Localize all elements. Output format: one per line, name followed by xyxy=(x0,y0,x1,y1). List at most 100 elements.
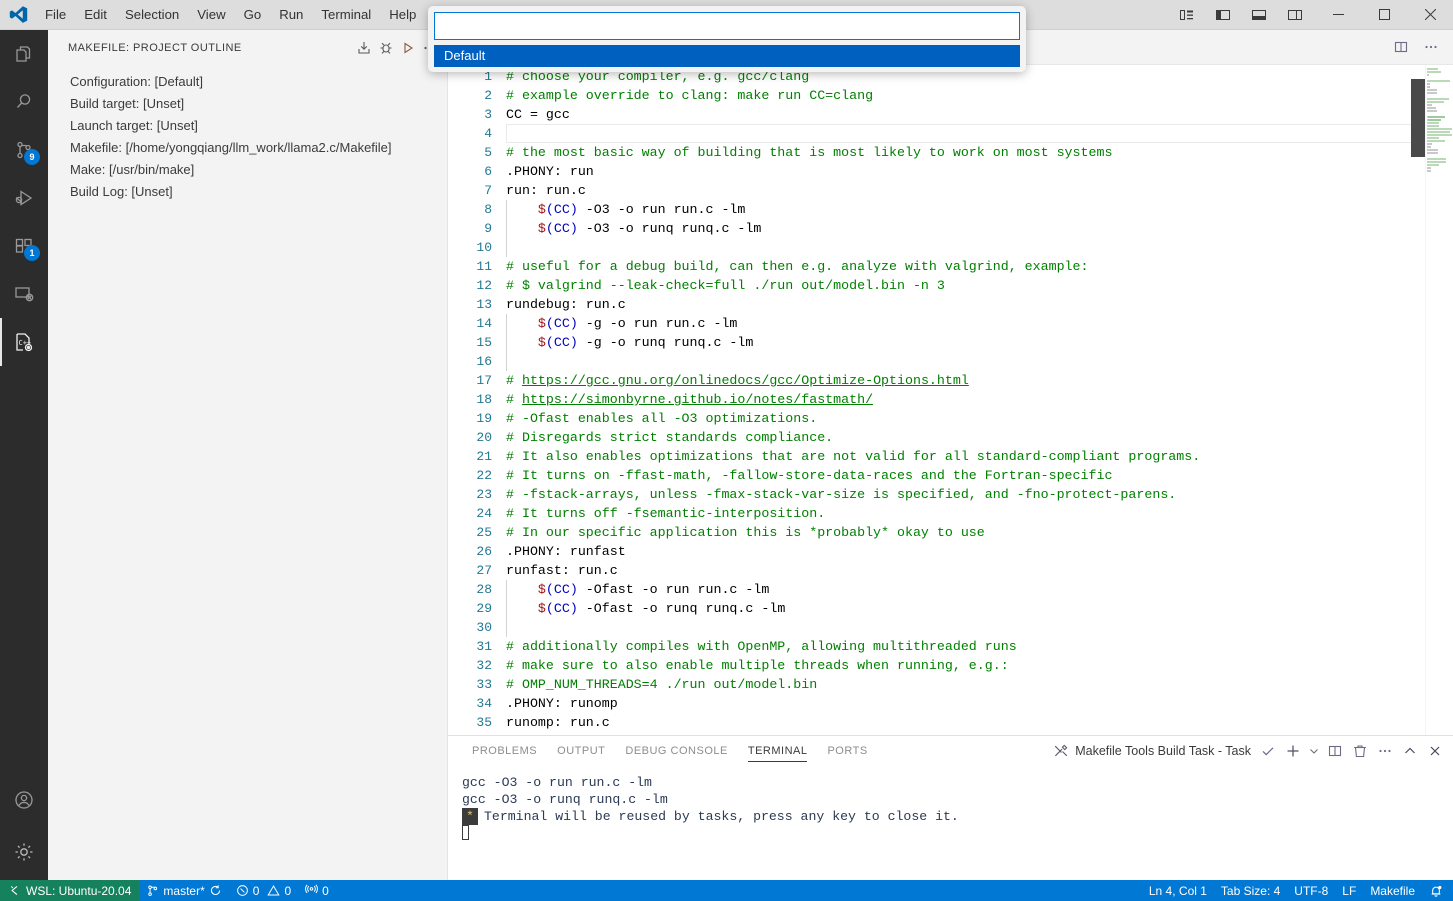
outline-row-build-log[interactable]: Build Log: [Unset] xyxy=(48,181,447,203)
code-text[interactable] xyxy=(506,240,514,255)
terminal-task-entry[interactable]: Makefile Tools Build Task - Task xyxy=(1053,743,1255,759)
code-text[interactable]: # make sure to also enable multiple thre… xyxy=(506,658,1009,673)
code-text[interactable]: # https://simonbyrne.github.io/notes/fas… xyxy=(506,392,873,407)
tab-debug-console[interactable]: DEBUG CONSOLE xyxy=(615,736,737,766)
debug-icon[interactable] xyxy=(375,37,397,59)
sidebar-item-makefile-tools[interactable]: C++ xyxy=(0,318,48,366)
build-icon[interactable] xyxy=(353,37,375,59)
code-text[interactable]: # example override to clang: make run CC… xyxy=(506,88,873,103)
sidebar-item-extensions[interactable]: 1 xyxy=(0,222,48,270)
chevron-down-icon[interactable] xyxy=(1306,739,1322,763)
outline-row-makefile-path[interactable]: Makefile: [/home/yongqiang/llm_work/llam… xyxy=(48,137,447,159)
menu-file[interactable]: File xyxy=(36,4,75,26)
toggle-panel-icon[interactable] xyxy=(1241,2,1277,28)
code-text[interactable]: run: run.c xyxy=(506,183,586,198)
editor-scrollbar-thumb[interactable] xyxy=(1411,79,1425,157)
code-text[interactable]: $(CC) -g -o run run.c -lm xyxy=(506,316,738,331)
code-line[interactable]: 12 # $ valgrind --leak-check=full ./run o… xyxy=(448,276,1425,295)
menu-run[interactable]: Run xyxy=(270,4,312,26)
sidebar-item-search[interactable] xyxy=(0,78,48,126)
code-text[interactable]: $(CC) -g -o runq runq.c -lm xyxy=(506,335,753,350)
code-text[interactable]: runfast: run.c xyxy=(506,563,618,578)
customize-layout-icon[interactable] xyxy=(1169,2,1205,28)
run-icon[interactable] xyxy=(397,37,419,59)
code-text[interactable]: $(CC) -O3 -o run run.c -lm xyxy=(506,202,745,217)
window-maximize-button[interactable] xyxy=(1361,0,1407,30)
menu-edit[interactable]: Edit xyxy=(75,4,116,26)
code-scroll-region[interactable]: 1 # choose your compiler, e.g. gcc/clang 2… xyxy=(448,65,1425,735)
code-text[interactable]: # It turns off -fsemantic-interposition. xyxy=(506,506,825,521)
status-language-mode[interactable]: Makefile xyxy=(1363,880,1422,901)
code-line[interactable]: 5 # the most basic way of building that i… xyxy=(448,143,1425,162)
window-close-button[interactable] xyxy=(1407,0,1453,30)
outline-row-build-target[interactable]: Build target: [Unset] xyxy=(48,93,447,115)
status-branch[interactable]: master* xyxy=(139,880,228,901)
code-text[interactable]: # https://gcc.gnu.org/onlinedocs/gcc/Opt… xyxy=(506,373,969,388)
sidebar-item-remote-explorer[interactable] xyxy=(0,270,48,318)
quick-pick-input[interactable] xyxy=(434,12,1020,40)
code-text[interactable]: $(CC) -Ofast -o runq runq.c -lm xyxy=(506,601,785,616)
split-terminal-icon[interactable] xyxy=(1323,739,1347,763)
status-tab-size[interactable]: Tab Size: 4 xyxy=(1214,880,1287,901)
sidebar-item-run-debug[interactable] xyxy=(0,174,48,222)
code-text[interactable]: # the most basic way of building that is… xyxy=(506,145,1112,160)
code-line[interactable]: 29 $(CC) -Ofast -o runq runq.c -lm xyxy=(448,599,1425,618)
editor-minimap[interactable] xyxy=(1425,65,1453,735)
code-text[interactable]: # Disregards strict standards compliance… xyxy=(506,430,833,445)
code-line[interactable]: 18 # https://simonbyrne.github.io/notes/f… xyxy=(448,390,1425,409)
tab-terminal[interactable]: TERMINAL xyxy=(738,736,818,766)
code-line[interactable]: 19 # -Ofast enables all -O3 optimizations… xyxy=(448,409,1425,428)
code-text[interactable]: $(CC) -O3 -o runq runq.c -lm xyxy=(506,221,761,236)
code-line[interactable]: 21 # It also enables optimizations that a… xyxy=(448,447,1425,466)
code-line[interactable]: 26 .PHONY: runfast xyxy=(448,542,1425,561)
code-text[interactable]: # -fstack-arrays, unless -fmax-stack-var… xyxy=(506,487,1176,502)
collapse-panel-icon[interactable] xyxy=(1398,739,1422,763)
status-cursor-position[interactable]: Ln 4, Col 1 xyxy=(1142,880,1214,901)
code-text[interactable]: # -Ofast enables all -O3 optimizations. xyxy=(506,411,817,426)
code-line[interactable]: 35 runomp: run.c xyxy=(448,713,1425,732)
code-text[interactable]: # OMP_NUM_THREADS=4 ./run out/model.bin xyxy=(506,677,817,692)
code-line[interactable]: 31 # additionally compiles with OpenMP, a… xyxy=(448,637,1425,656)
code-line[interactable]: 10 xyxy=(448,238,1425,257)
code-line[interactable]: 34 .PHONY: runomp xyxy=(448,694,1425,713)
code-line[interactable]: 9 $(CC) -O3 -o runq runq.c -lm xyxy=(448,219,1425,238)
tab-ports[interactable]: PORTS xyxy=(817,736,877,766)
code-line[interactable]: 22 # It turns on -ffast-math, -fallow-sto… xyxy=(448,466,1425,485)
code-text[interactable]: # $ valgrind --leak-check=full ./run out… xyxy=(506,278,945,293)
code-line[interactable]: 24 # It turns off -fsemantic-interpositio… xyxy=(448,504,1425,523)
code-line[interactable]: 27 runfast: run.c xyxy=(448,561,1425,580)
code-line[interactable]: 30 xyxy=(448,618,1425,637)
code-text[interactable] xyxy=(506,354,514,369)
more-actions-icon[interactable] xyxy=(1417,34,1445,60)
code-line[interactable]: 20 # Disregards strict standards complian… xyxy=(448,428,1425,447)
menu-terminal[interactable]: Terminal xyxy=(312,4,380,26)
code-text[interactable]: .PHONY: runomp xyxy=(506,696,618,711)
code-line[interactable]: 4 xyxy=(448,124,1425,143)
sidebar-item-source-control[interactable]: 9 xyxy=(0,126,48,174)
toggle-primary-sidebar-icon[interactable] xyxy=(1205,2,1241,28)
outline-row-launch-target[interactable]: Launch target: [Unset] xyxy=(48,115,447,137)
code-line[interactable]: 23 # -fstack-arrays, unless -fmax-stack-v… xyxy=(448,485,1425,504)
status-remote-indicator[interactable]: WSL: Ubuntu-20.04 xyxy=(0,880,140,901)
code-text[interactable]: # useful for a debug build, can then e.g… xyxy=(506,259,1089,274)
code-line[interactable]: 32 # make sure to also enable multiple th… xyxy=(448,656,1425,675)
code-line[interactable]: 33 # OMP_NUM_THREADS=4 ./run out/model.bi… xyxy=(448,675,1425,694)
code-line[interactable]: 6 .PHONY: run xyxy=(448,162,1425,181)
outline-row-make-path[interactable]: Make: [/usr/bin/make] xyxy=(48,159,447,181)
status-radio-tower[interactable]: 0 xyxy=(298,880,336,901)
code-text[interactable]: runomp: run.c xyxy=(506,715,610,730)
close-panel-icon[interactable] xyxy=(1423,739,1447,763)
outline-row-configuration[interactable]: Configuration: [Default] xyxy=(48,71,447,93)
bell-dot-icon[interactable] xyxy=(1422,880,1453,901)
toggle-secondary-sidebar-icon[interactable] xyxy=(1277,2,1313,28)
code-line[interactable]: 14 $(CC) -g -o run run.c -lm xyxy=(448,314,1425,333)
window-minimize-button[interactable] xyxy=(1315,0,1361,30)
menu-view[interactable]: View xyxy=(188,4,234,26)
menu-go[interactable]: Go xyxy=(235,4,271,26)
code-line[interactable]: 25 # In our specific application this is … xyxy=(448,523,1425,542)
code-text[interactable]: # It turns on -ffast-math, -fallow-store… xyxy=(506,468,1112,483)
code-line[interactable]: 16 xyxy=(448,352,1425,371)
code-text[interactable]: CC = gcc xyxy=(506,107,570,122)
code-line[interactable]: 17 # https://gcc.gnu.org/onlinedocs/gcc/O… xyxy=(448,371,1425,390)
code-link[interactable]: https://gcc.gnu.org/onlinedocs/gcc/Optim… xyxy=(522,373,969,388)
